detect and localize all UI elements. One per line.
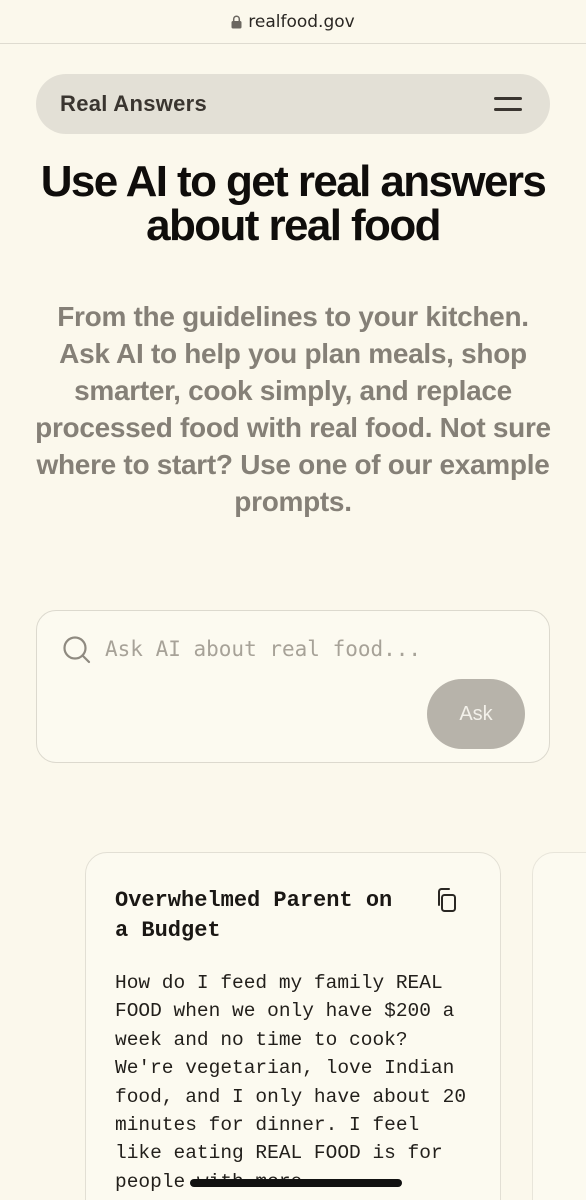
prompt-card[interactable]: Overwhelmed Parent on a Budget How do I … [85,852,501,1200]
lock-icon [231,15,242,28]
copy-icon[interactable] [434,887,460,913]
home-indicator[interactable] [190,1179,402,1187]
brand-name[interactable]: Real Answers [60,91,207,117]
browser-url-bar[interactable]: realfood.gov [0,0,586,44]
ask-input[interactable] [105,633,525,665]
next-prompt-card[interactable] [532,852,586,1200]
prompt-card-text: How do I feed my family REAL FOOD when w… [115,972,467,1193]
intro-text: From the guidelines to your kitchen. Ask… [35,301,551,517]
nav-bar: Real Answers [36,74,550,134]
page-title: Use AI to get real answers about real fo… [40,157,547,250]
menu-icon[interactable] [494,94,522,114]
ask-button[interactable]: Ask [427,679,525,749]
ask-box: Ask [36,610,550,763]
url-text: realfood.gov [248,11,355,32]
search-icon [63,636,91,664]
prompt-card-title: Overwhelmed Parent on a Budget [115,888,393,943]
